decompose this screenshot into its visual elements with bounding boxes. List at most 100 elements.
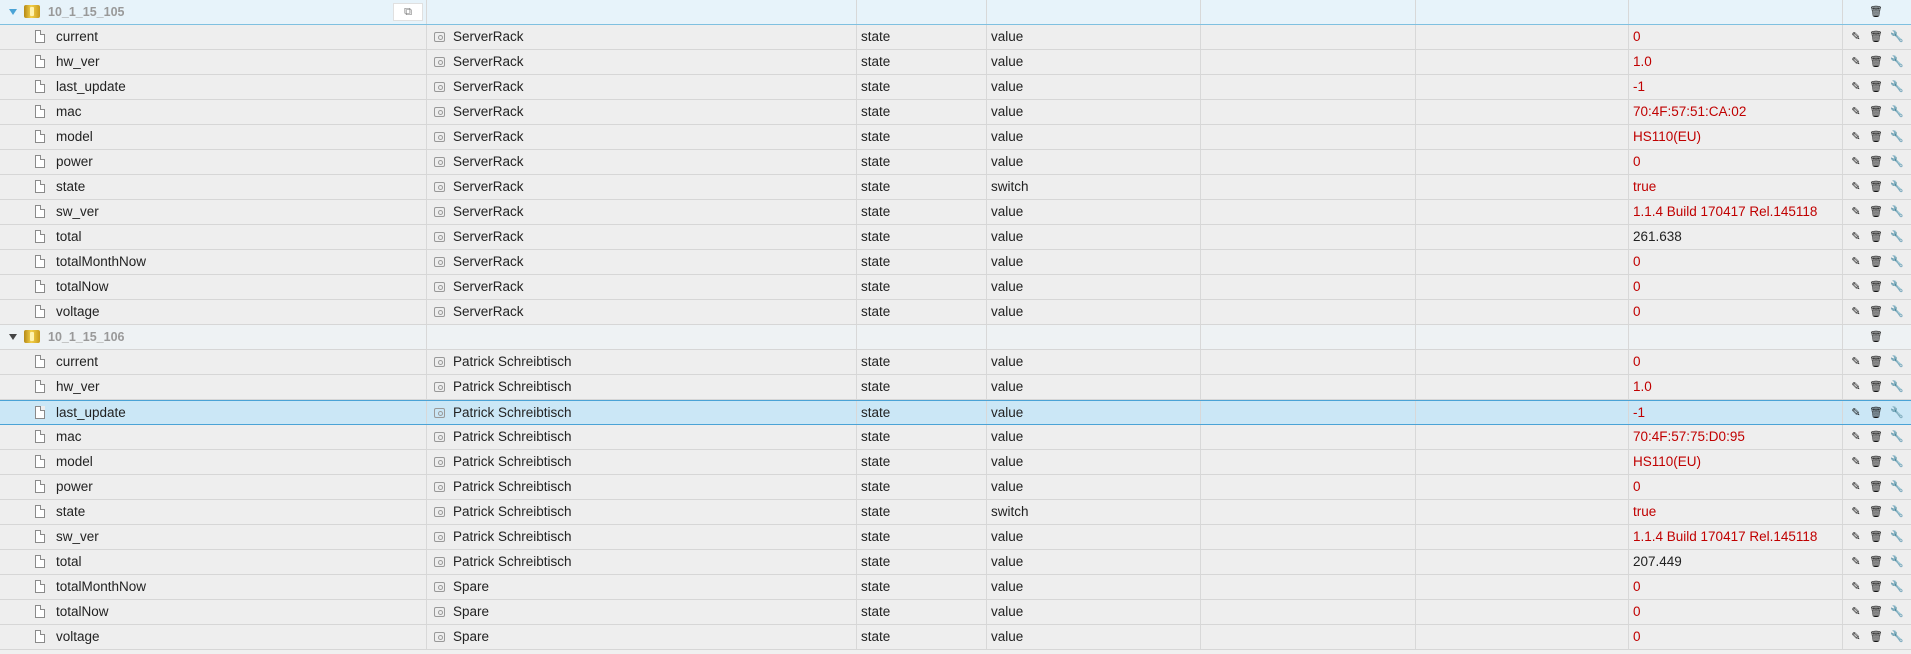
delete-icon[interactable]: 🗑 [1868,304,1884,320]
edit-icon[interactable]: ✎ [1848,454,1864,470]
table-row[interactable]: last_update Patrick Schreibtisch state valu… [0,400,1911,425]
delete-icon[interactable]: 🗑 [1868,204,1884,220]
table-row[interactable]: mac ServerRack state value 70:4F:57:51:CA:02… [0,100,1911,125]
table-row[interactable]: voltage Spare state value 0 ✎ 🗑 🔧 [0,625,1911,650]
edit-icon[interactable]: ✎ [1848,529,1864,545]
wrench-icon[interactable]: 🔧 [1889,279,1905,295]
wrench-icon[interactable]: 🔧 [1889,429,1905,445]
state-value[interactable]: 261.638 [1633,225,1682,249]
wrench-icon[interactable]: 🔧 [1889,229,1905,245]
delete-icon[interactable]: 🗑 [1868,329,1884,345]
state-value[interactable]: 0 [1633,25,1641,49]
state-value[interactable]: 0 [1633,350,1641,374]
edit-icon[interactable]: ✎ [1848,279,1864,295]
state-value[interactable]: 0 [1633,150,1641,174]
state-value[interactable]: true [1633,500,1656,524]
delete-icon[interactable]: 🗑 [1868,104,1884,120]
table-row[interactable]: state Patrick Schreibtisch state switch true… [0,500,1911,525]
edit-icon[interactable]: ✎ [1848,405,1864,421]
edit-icon[interactable]: ✎ [1848,379,1864,395]
table-row[interactable]: power Patrick Schreibtisch state value 0 ✎ 🗑 🔧 [0,475,1911,500]
folder-row[interactable]: 10_1_15_106 🗑 [0,325,1911,350]
edit-icon[interactable]: ✎ [1848,204,1864,220]
expand-triangle-icon[interactable] [9,9,17,15]
edit-icon[interactable]: ✎ [1848,304,1864,320]
edit-icon[interactable]: ✎ [1848,54,1864,70]
edit-icon[interactable]: ✎ [1848,354,1864,370]
table-row[interactable]: model ServerRack state value HS110(EU) ✎ 🗑 🔧 [0,125,1911,150]
delete-icon[interactable]: 🗑 [1868,229,1884,245]
edit-icon[interactable]: ✎ [1848,604,1864,620]
wrench-icon[interactable]: 🔧 [1889,154,1905,170]
edit-icon[interactable]: ✎ [1848,554,1864,570]
edit-icon[interactable]: ✎ [1848,429,1864,445]
state-value[interactable]: HS110(EU) [1633,450,1701,474]
wrench-icon[interactable]: 🔧 [1889,579,1905,595]
wrench-icon[interactable]: 🔧 [1889,405,1905,421]
delete-icon[interactable]: 🗑 [1868,405,1884,421]
edit-icon[interactable]: ✎ [1848,179,1864,195]
state-value[interactable]: 70:4F:57:51:CA:02 [1633,100,1746,124]
wrench-icon[interactable]: 🔧 [1889,29,1905,45]
delete-icon[interactable]: 🗑 [1868,529,1884,545]
expand-triangle-icon[interactable] [9,334,17,340]
delete-icon[interactable]: 🗑 [1868,354,1884,370]
table-row[interactable]: state ServerRack state switch true ✎ 🗑 🔧 [0,175,1911,200]
state-value[interactable]: 0 [1633,475,1641,499]
delete-icon[interactable]: 🗑 [1868,54,1884,70]
edit-icon[interactable]: ✎ [1848,29,1864,45]
edit-icon[interactable]: ✎ [1848,629,1864,645]
edit-icon[interactable]: ✎ [1848,254,1864,270]
wrench-icon[interactable]: 🔧 [1889,204,1905,220]
wrench-icon[interactable]: 🔧 [1889,604,1905,620]
state-value[interactable]: 1.0 [1633,50,1652,74]
wrench-icon[interactable]: 🔧 [1889,54,1905,70]
table-row[interactable]: total Patrick Schreibtisch state value 207.4… [0,550,1911,575]
table-row[interactable]: sw_ver ServerRack state value 1.1.4 Build 17… [0,200,1911,225]
edit-icon[interactable]: ✎ [1848,79,1864,95]
table-row[interactable]: mac Patrick Schreibtisch state value 70:4F:5… [0,425,1911,450]
delete-icon[interactable]: 🗑 [1868,554,1884,570]
state-value[interactable]: 0 [1633,300,1641,324]
state-value[interactable]: 0 [1633,600,1641,624]
state-value[interactable]: 0 [1633,275,1641,299]
delete-icon[interactable]: 🗑 [1868,504,1884,520]
edit-icon[interactable]: ✎ [1848,129,1864,145]
state-value[interactable]: 1.0 [1633,375,1652,399]
state-value[interactable]: 0 [1633,575,1641,599]
table-row[interactable]: totalNow ServerRack state value 0 ✎ 🗑 🔧 [0,275,1911,300]
delete-icon[interactable]: 🗑 [1868,179,1884,195]
state-value[interactable]: 1.1.4 Build 170417 Rel.145118 [1633,525,1817,549]
wrench-icon[interactable]: 🔧 [1889,79,1905,95]
state-value[interactable]: HS110(EU) [1633,125,1701,149]
wrench-icon[interactable]: 🔧 [1889,254,1905,270]
wrench-icon[interactable]: 🔧 [1889,104,1905,120]
table-row[interactable]: voltage ServerRack state value 0 ✎ 🗑 🔧 [0,300,1911,325]
table-row[interactable]: current ServerRack state value 0 ✎ 🗑 🔧 [0,25,1911,50]
wrench-icon[interactable]: 🔧 [1889,379,1905,395]
wrench-icon[interactable]: 🔧 [1889,179,1905,195]
table-row[interactable]: last_update ServerRack state value -1 ✎ 🗑 🔧 [0,75,1911,100]
state-value[interactable]: 207.449 [1633,550,1682,574]
delete-icon[interactable]: 🗑 [1868,154,1884,170]
table-row[interactable]: sw_ver Patrick Schreibtisch state value 1.1.… [0,525,1911,550]
table-row[interactable]: power ServerRack state value 0 ✎ 🗑 🔧 [0,150,1911,175]
wrench-icon[interactable]: 🔧 [1889,304,1905,320]
delete-icon[interactable]: 🗑 [1868,79,1884,95]
table-row[interactable]: model Patrick Schreibtisch state value HS110… [0,450,1911,475]
state-value[interactable]: -1 [1633,401,1645,425]
edit-icon[interactable]: ✎ [1848,479,1864,495]
state-value[interactable]: true [1633,175,1656,199]
wrench-icon[interactable]: 🔧 [1889,529,1905,545]
folder-row[interactable]: 10_1_15_105 ⧉ 🗑 [0,0,1911,25]
delete-icon[interactable]: 🗑 [1868,4,1884,20]
edit-icon[interactable]: ✎ [1848,154,1864,170]
table-row[interactable]: hw_ver Patrick Schreibtisch state value 1.0 ✎… [0,375,1911,400]
edit-icon[interactable]: ✎ [1848,504,1864,520]
delete-icon[interactable]: 🗑 [1868,479,1884,495]
table-row[interactable]: totalMonthNow Spare state value 0 ✎ 🗑 🔧 [0,575,1911,600]
edit-icon[interactable]: ✎ [1848,104,1864,120]
state-value[interactable]: -1 [1633,75,1645,99]
delete-icon[interactable]: 🗑 [1868,604,1884,620]
delete-icon[interactable]: 🗑 [1868,629,1884,645]
